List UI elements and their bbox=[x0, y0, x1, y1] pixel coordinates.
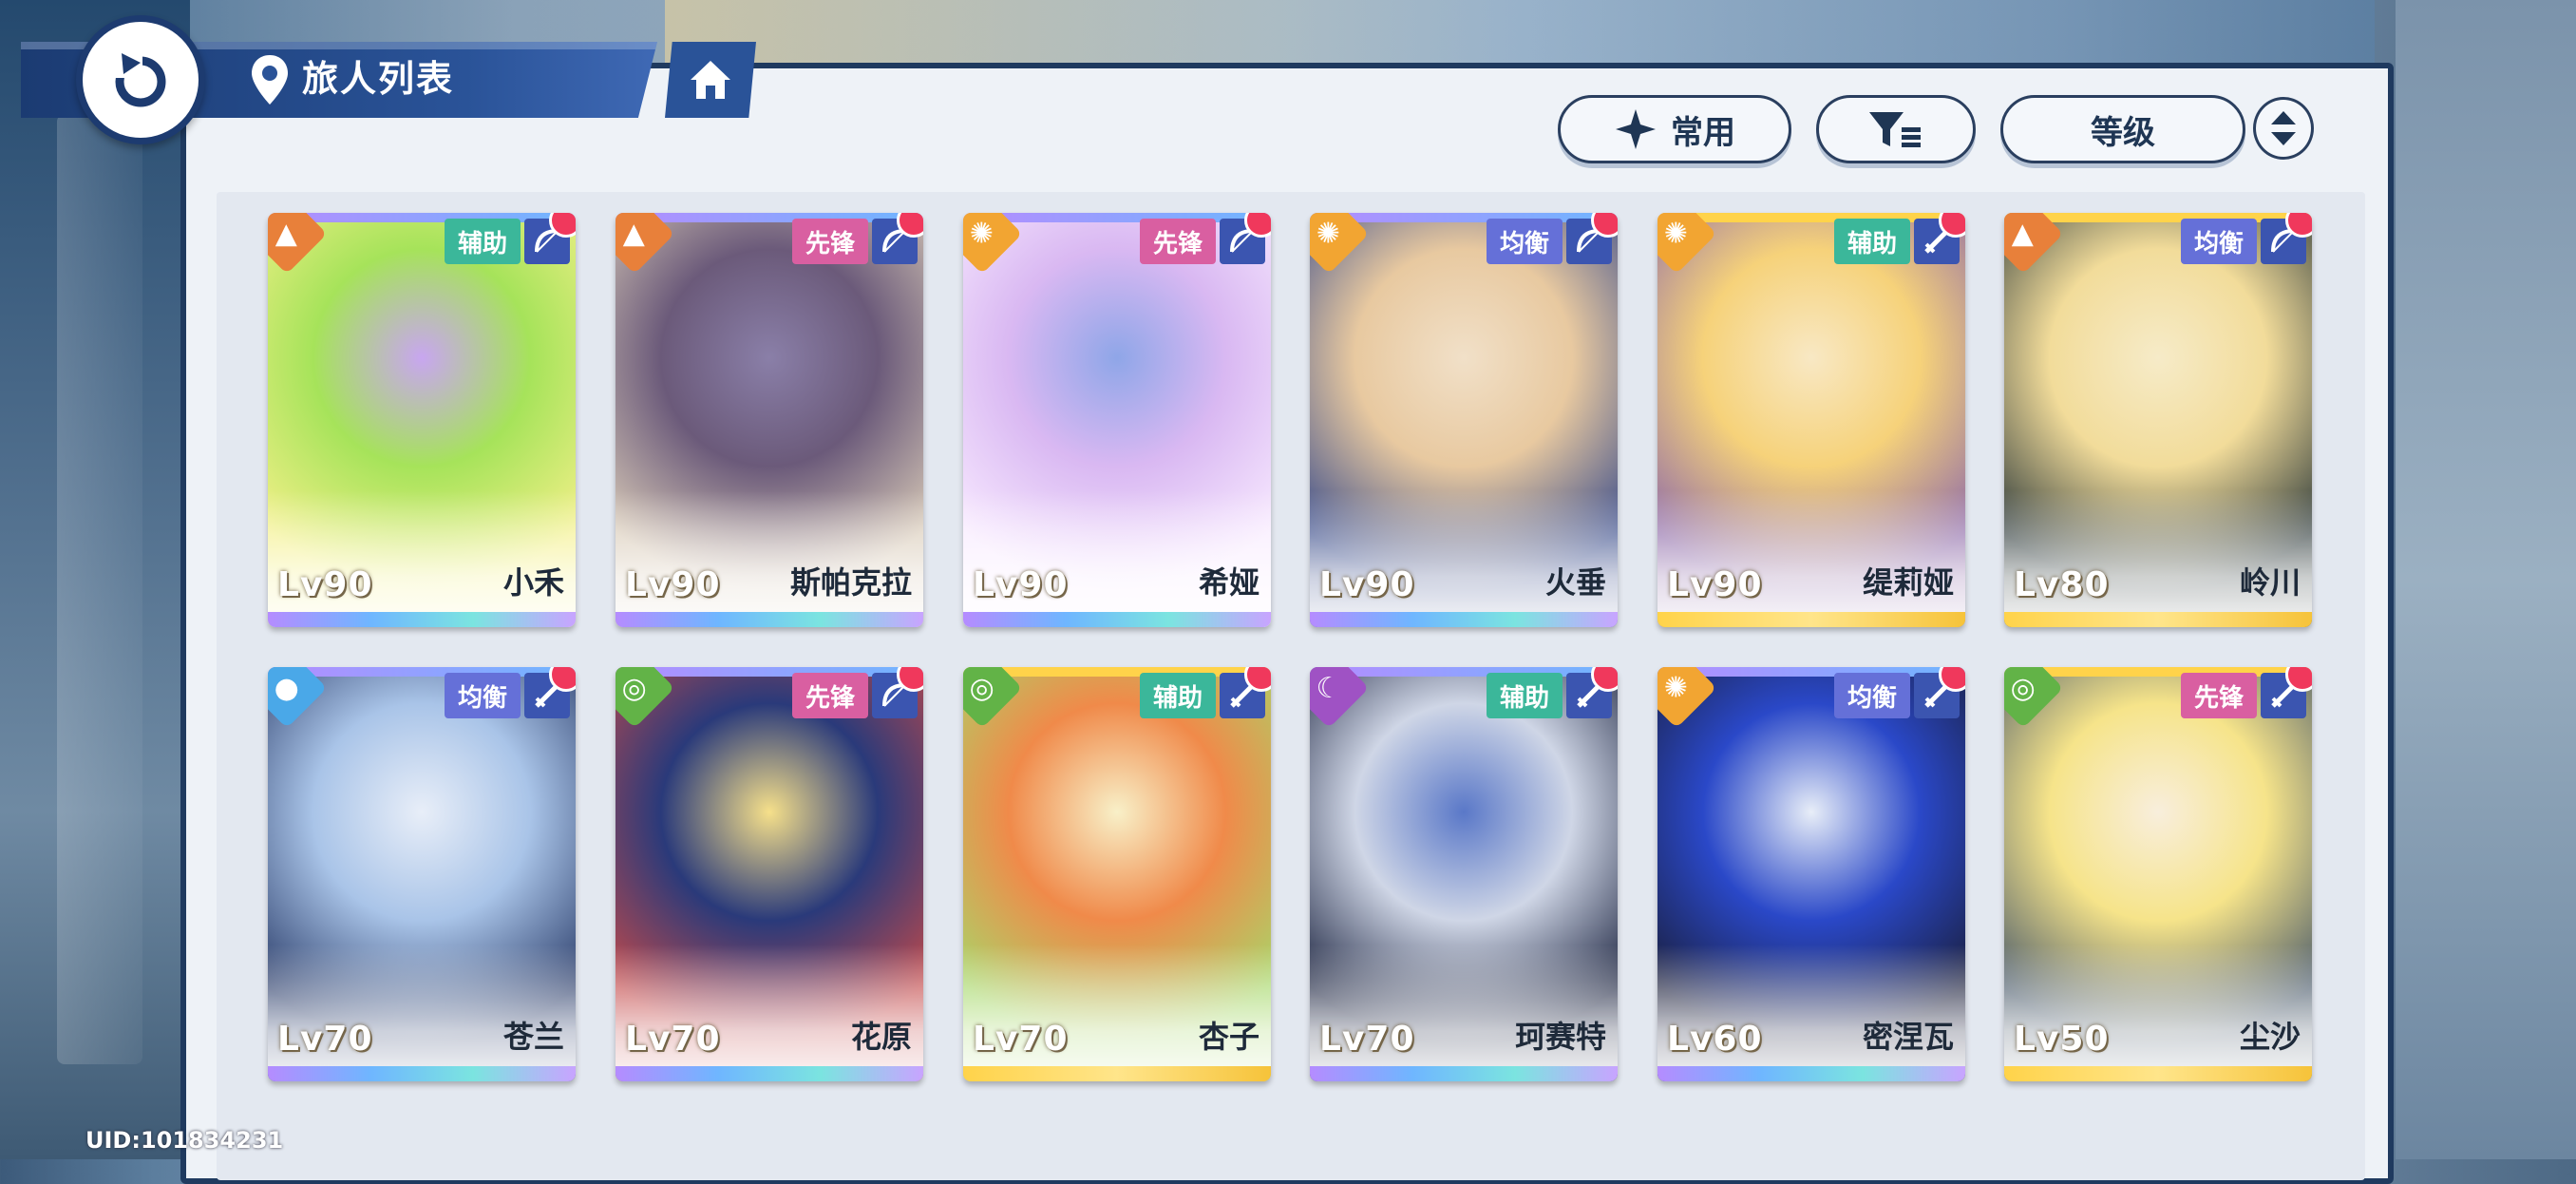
character-card[interactable]: 均衡 ● Lv70 苍兰 bbox=[268, 667, 576, 1081]
character-level: Lv70 bbox=[625, 1020, 721, 1059]
common-label: 常用 bbox=[1671, 113, 1735, 152]
character-card[interactable]: 先锋 ▲ Lv90 斯帕克拉 bbox=[616, 213, 923, 627]
role-badge: 先锋 bbox=[791, 219, 868, 264]
character-grid: 辅助 ▲ Lv90 小禾 先锋 ▲ Lv90 斯帕克拉 先锋 ✺ Lv90 希娅 均衡 ✺ Lv90 火垂 辅助… bbox=[268, 213, 2312, 1087]
character-name: 尘沙 bbox=[2239, 1019, 2301, 1055]
role-badge: 辅助 bbox=[444, 219, 521, 264]
character-name: 缇莉娅 bbox=[1862, 564, 1954, 601]
role-badge: 均衡 bbox=[1833, 673, 1910, 718]
character-level: Lv90 bbox=[1667, 565, 1763, 604]
role-badge: 均衡 bbox=[2180, 219, 2257, 264]
rarity-strip bbox=[963, 1066, 1271, 1081]
character-name: 珂赛特 bbox=[1514, 1019, 1606, 1055]
home-icon bbox=[691, 61, 730, 99]
filter-icon bbox=[1869, 112, 1921, 147]
rarity-strip bbox=[268, 1066, 576, 1081]
character-level: Lv90 bbox=[277, 565, 373, 604]
filter-button[interactable] bbox=[1816, 95, 1976, 163]
background-top bbox=[665, 0, 2375, 67]
character-card[interactable]: 辅助 ☾ Lv70 珂赛特 bbox=[1310, 667, 1618, 1081]
role-badge: 先锋 bbox=[791, 673, 868, 718]
role-badge: 均衡 bbox=[1486, 219, 1563, 264]
location-pin-icon bbox=[252, 55, 288, 105]
character-card[interactable]: 均衡 ▲ Lv80 岭川 bbox=[2004, 213, 2312, 627]
character-level: Lv60 bbox=[1667, 1020, 1763, 1059]
character-name: 苍兰 bbox=[502, 1019, 564, 1055]
character-level: Lv80 bbox=[2014, 565, 2110, 604]
rarity-strip bbox=[1310, 1066, 1618, 1081]
character-card[interactable]: 先锋 ◎ Lv50 尘沙 bbox=[2004, 667, 2312, 1081]
character-name: 花原 bbox=[850, 1019, 912, 1055]
character-level: Lv70 bbox=[277, 1020, 373, 1059]
uid-label: UID:101834231 bbox=[85, 1127, 284, 1154]
character-name: 岭川 bbox=[2239, 564, 2301, 601]
character-card[interactable]: 辅助 ▲ Lv90 小禾 bbox=[268, 213, 576, 627]
rarity-strip bbox=[1657, 1066, 1965, 1081]
page-title: 旅人列表 bbox=[302, 58, 455, 100]
sort-by-level-button[interactable]: 等级 bbox=[2000, 95, 2245, 163]
character-level: Lv90 bbox=[1319, 565, 1415, 604]
home-button[interactable] bbox=[665, 42, 756, 118]
background-right bbox=[2396, 0, 2576, 1159]
back-arrow-icon bbox=[114, 51, 166, 107]
character-card[interactable]: 先锋 ◎ Lv70 花原 bbox=[616, 667, 923, 1081]
sort-updown-icon bbox=[2271, 111, 2296, 145]
role-badge: 辅助 bbox=[1486, 673, 1563, 718]
character-card[interactable]: 均衡 ✺ Lv90 火垂 bbox=[1310, 213, 1618, 627]
role-badge: 先锋 bbox=[2180, 673, 2257, 718]
background-pillar bbox=[0, 0, 190, 1159]
character-card[interactable]: 先锋 ✺ Lv90 希娅 bbox=[963, 213, 1271, 627]
back-button[interactable] bbox=[76, 15, 205, 144]
character-card[interactable]: 均衡 ✺ Lv60 密涅瓦 bbox=[1657, 667, 1965, 1081]
rarity-strip bbox=[616, 612, 923, 627]
role-badge: 辅助 bbox=[1833, 219, 1910, 264]
character-name: 杏子 bbox=[1198, 1019, 1260, 1055]
role-badge: 均衡 bbox=[444, 673, 521, 718]
character-card[interactable]: 辅助 ✺ Lv90 缇莉娅 bbox=[1657, 213, 1965, 627]
character-name: 火垂 bbox=[1544, 564, 1606, 601]
rarity-strip bbox=[963, 612, 1271, 627]
character-name: 斯帕克拉 bbox=[789, 564, 912, 601]
rarity-strip bbox=[616, 1066, 923, 1081]
sort-label: 等级 bbox=[2091, 113, 2155, 152]
rarity-strip bbox=[268, 612, 576, 627]
character-name: 小禾 bbox=[502, 564, 564, 601]
sort-order-toggle[interactable] bbox=[2253, 97, 2314, 160]
sparkle-icon bbox=[1616, 109, 1656, 149]
character-level: Lv90 bbox=[625, 565, 721, 604]
character-level: Lv70 bbox=[1319, 1020, 1415, 1059]
rarity-strip bbox=[1310, 612, 1618, 627]
character-card[interactable]: 辅助 ◎ Lv70 杏子 bbox=[963, 667, 1271, 1081]
rarity-strip bbox=[2004, 612, 2312, 627]
character-level: Lv70 bbox=[973, 1020, 1069, 1059]
rarity-strip bbox=[2004, 1066, 2312, 1081]
rarity-strip bbox=[1657, 612, 1965, 627]
role-badge: 先锋 bbox=[1139, 219, 1216, 264]
character-name: 密涅瓦 bbox=[1862, 1019, 1954, 1055]
common-filter-button[interactable]: 常用 bbox=[1558, 95, 1791, 163]
character-name: 希娅 bbox=[1198, 564, 1260, 601]
role-badge: 辅助 bbox=[1139, 673, 1216, 718]
character-level: Lv90 bbox=[973, 565, 1069, 604]
character-level: Lv50 bbox=[2014, 1020, 2110, 1059]
